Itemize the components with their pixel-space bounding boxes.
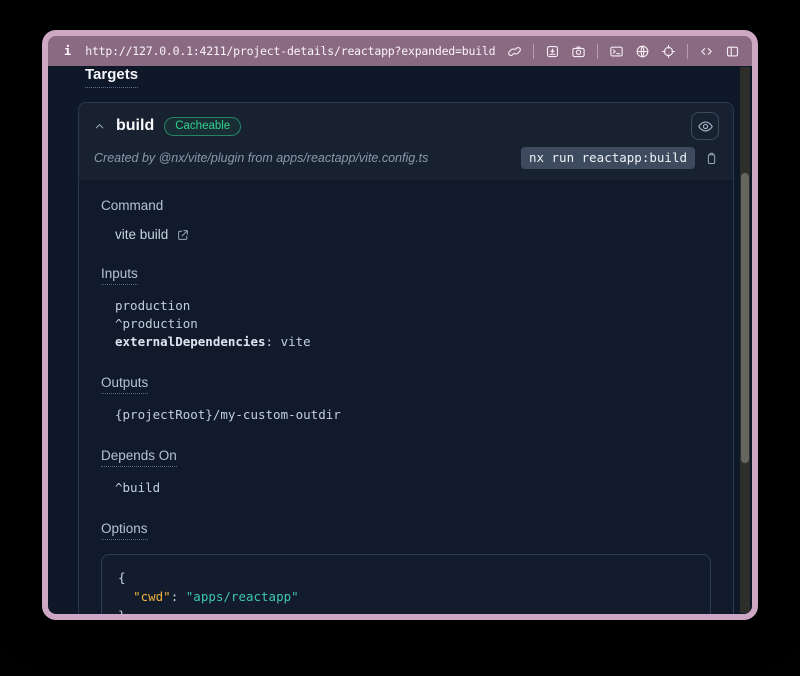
address-bar-url: http://127.0.0.1:4211/project-details/re… xyxy=(85,44,507,58)
page-viewport: Targets build Cacheable Created by @nx/v… xyxy=(48,66,752,614)
view-graph-button[interactable] xyxy=(691,112,719,140)
project-details-content: Targets build Cacheable Created by @nx/v… xyxy=(48,66,734,614)
cacheable-badge: Cacheable xyxy=(164,117,241,136)
build-card-body: Command vite build Inputs production ^pr… xyxy=(79,180,733,614)
run-command-chip: nx run reactapp:build xyxy=(521,147,695,169)
command-value-row: vite build xyxy=(115,227,711,242)
vertical-scrollbar-thumb[interactable] xyxy=(741,173,749,463)
toolbar-divider xyxy=(533,44,534,59)
browser-toolbar: i http://127.0.0.1:4211/project-details/… xyxy=(48,36,752,66)
target-name: build xyxy=(116,117,154,135)
json-line: { xyxy=(118,568,694,587)
console-icon[interactable] xyxy=(609,44,624,59)
options-json-box: { "cwd": "apps/reactapp" } xyxy=(101,554,711,614)
vertical-scrollbar-track[interactable] xyxy=(740,67,750,613)
section-outputs: Outputs {projectRoot}/my-custom-outdir xyxy=(101,374,711,424)
copy-icon[interactable] xyxy=(704,151,719,166)
build-card-header: build Cacheable Created by @nx/vite/plug… xyxy=(79,103,733,180)
build-header-row[interactable]: build Cacheable xyxy=(93,112,719,140)
command-heading: Command xyxy=(101,198,163,213)
link-icon[interactable] xyxy=(507,44,522,59)
depends-on-item: ^build xyxy=(115,479,711,497)
inputs-heading[interactable]: Inputs xyxy=(101,266,138,285)
section-inputs: Inputs production ^production externalDe… xyxy=(101,265,711,351)
browser-window: i http://127.0.0.1:4211/project-details/… xyxy=(42,30,758,620)
json-key: "cwd" xyxy=(133,589,171,604)
target-card-build: build Cacheable Created by @nx/vite/plug… xyxy=(78,102,734,614)
command-value: vite build xyxy=(115,227,168,242)
json-line: "cwd": "apps/reactapp" xyxy=(118,587,694,606)
input-item: ^production xyxy=(115,315,711,333)
toolbar-divider xyxy=(687,44,688,59)
section-options: Options { "cwd": "apps/reactapp" } xyxy=(101,520,711,614)
options-heading[interactable]: Options xyxy=(101,521,148,540)
section-command: Command vite build xyxy=(101,197,711,242)
chevron-up-icon xyxy=(93,120,106,133)
split-panel-icon[interactable] xyxy=(725,44,740,59)
save-page-icon[interactable] xyxy=(545,44,560,59)
desktop-background: i http://127.0.0.1:4211/project-details/… xyxy=(0,0,800,676)
created-by-text: Created by @nx/vite/plugin from apps/rea… xyxy=(94,151,512,165)
build-meta-row: Created by @nx/vite/plugin from apps/rea… xyxy=(93,147,719,169)
external-link-icon[interactable] xyxy=(176,228,190,242)
network-globe-icon[interactable] xyxy=(635,44,650,59)
camera-icon[interactable] xyxy=(571,44,586,59)
json-line: } xyxy=(118,606,694,614)
toolbar-divider xyxy=(597,44,598,59)
input-item: externalDependencies: vite xyxy=(115,333,711,351)
outputs-heading[interactable]: Outputs xyxy=(101,375,148,394)
inspect-target-icon[interactable] xyxy=(661,44,676,59)
json-string-value: "apps/reactapp" xyxy=(186,589,299,604)
depends-on-heading[interactable]: Depends On xyxy=(101,448,177,467)
section-depends-on: Depends On ^build xyxy=(101,447,711,497)
targets-heading: Targets xyxy=(85,66,138,88)
toolbar-actions xyxy=(507,44,740,59)
info-icon[interactable]: i xyxy=(64,44,71,58)
code-icon[interactable] xyxy=(699,44,714,59)
input-item: production xyxy=(115,297,711,315)
output-item: {projectRoot}/my-custom-outdir xyxy=(115,406,711,424)
